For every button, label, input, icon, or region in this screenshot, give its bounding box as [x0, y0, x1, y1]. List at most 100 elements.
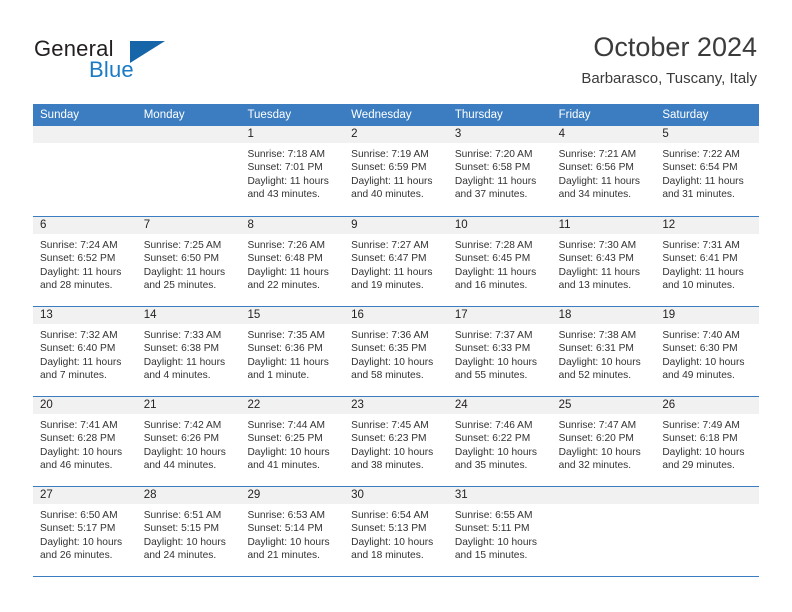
- sunset-text: Sunset: 5:15 PM: [143, 523, 220, 535]
- day-number: 8: [247, 219, 254, 231]
- calendar-day-cell[interactable]: 21 Sunrise: 7:42 AM Sunset: 6:26 PM Dayligh…: [136, 397, 241, 486]
- calendar-day-cell[interactable]: 27 Sunrise: 6:50 AM Sunset: 5:17 PM Dayligh…: [33, 487, 137, 576]
- calendar-day-cell[interactable]: 24 Sunrise: 7:46 AM Sunset: 6:22 PM Dayligh…: [447, 397, 552, 486]
- day-number-band: 29: [240, 487, 345, 505]
- calendar-day-cell[interactable]: 2 Sunrise: 7:19 AM Sunset: 6:59 PM Daylight…: [344, 126, 448, 216]
- calendar-day-cell[interactable]: 9 Sunrise: 7:27 AM Sunset: 6:47 PM Daylight…: [344, 217, 448, 306]
- day-number-band: 24: [447, 397, 552, 415]
- sunrise-text: Sunrise: 7:49 AM: [662, 420, 740, 431]
- weekday-saturday: Saturday: [662, 109, 709, 121]
- day-number-band: 16: [344, 307, 448, 325]
- daylight-text: Daylight: 11 hours and 34 minutes.: [558, 175, 640, 201]
- day-details: Sunrise: 7:44 AM Sunset: 6:25 PM Daylight:…: [240, 415, 344, 473]
- day-number-band: 9: [344, 217, 448, 235]
- day-details: Sunrise: 7:38 AM Sunset: 6:31 PM Daylight:…: [552, 325, 656, 383]
- day-number-band: [655, 487, 760, 505]
- logo-triangle-icon: [130, 41, 165, 63]
- day-number-band: 1: [240, 126, 345, 144]
- day-number: 6: [40, 219, 47, 231]
- calendar-day-cell[interactable]: 4 Sunrise: 7:21 AM Sunset: 6:56 PM Daylight…: [551, 126, 656, 216]
- day-details: Sunrise: 7:46 AM Sunset: 6:22 PM Daylight:…: [448, 415, 552, 473]
- day-number: 12: [662, 219, 676, 231]
- sunrise-text: Sunrise: 7:44 AM: [247, 420, 326, 431]
- day-details: Sunrise: 6:50 AM Sunset: 5:17 PM Daylight:…: [33, 505, 137, 563]
- day-details: Sunrise: 7:28 AM Sunset: 6:45 PM Daylight:…: [448, 235, 552, 293]
- day-details: Sunrise: 7:27 AM Sunset: 6:47 PM Daylight:…: [344, 235, 448, 293]
- daylight-text: Daylight: 11 hours and 25 minutes.: [143, 266, 226, 292]
- day-number-band: 3: [447, 126, 552, 144]
- daylight-text: Daylight: 10 hours and 35 minutes.: [454, 446, 537, 472]
- calendar-day-cell[interactable]: 20 Sunrise: 7:41 AM Sunset: 6:28 PM Dayligh…: [33, 397, 137, 486]
- calendar-day-cell[interactable]: 1 Sunrise: 7:18 AM Sunset: 7:01 PM Daylight…: [240, 126, 345, 216]
- sunrise-text: Sunrise: 7:47 AM: [558, 420, 637, 431]
- calendar-day-cell[interactable]: 17 Sunrise: 7:37 AM Sunset: 6:33 PM Dayligh…: [447, 307, 552, 396]
- calendar-day-cell[interactable]: 22 Sunrise: 7:44 AM Sunset: 6:25 PM Dayligh…: [240, 397, 345, 486]
- calendar-day-cell[interactable]: 5 Sunrise: 7:22 AM Sunset: 6:54 PM Daylight…: [655, 126, 760, 216]
- day-details: Sunrise: 7:32 AM Sunset: 6:40 PM Daylight:…: [33, 325, 137, 383]
- sunset-text: Sunset: 5:14 PM: [247, 523, 323, 535]
- logo-text-blue: Blue: [89, 57, 134, 82]
- day-number-band: 7: [136, 217, 241, 235]
- day-number-band: 12: [655, 217, 760, 235]
- general-blue-logo[interactable]: General Blue: [34, 36, 214, 84]
- calendar-day-cell[interactable]: 19 Sunrise: 7:40 AM Sunset: 6:30 PM Dayligh…: [655, 307, 760, 396]
- calendar-day-cell[interactable]: 25 Sunrise: 7:47 AM Sunset: 6:20 PM Dayligh…: [551, 397, 656, 486]
- day-number: 7: [143, 219, 151, 231]
- day-number: 16: [351, 309, 364, 321]
- calendar-day-cell[interactable]: 16 Sunrise: 7:36 AM Sunset: 6:35 PM Dayligh…: [344, 307, 448, 396]
- calendar-day-cell[interactable]: 6 Sunrise: 7:24 AM Sunset: 6:52 PM Daylight…: [33, 217, 137, 306]
- daylight-text: Daylight: 10 hours and 41 minutes.: [247, 446, 330, 472]
- day-number-band: 8: [240, 217, 345, 235]
- calendar-day-cell[interactable]: 8 Sunrise: 7:26 AM Sunset: 6:48 PM Daylight…: [240, 217, 345, 306]
- day-number: 2: [351, 128, 358, 140]
- calendar-weeks: 1 Sunrise: 7:18 AM Sunset: 7:01 PM Daylight…: [33, 126, 760, 576]
- day-number-band: 4: [551, 126, 656, 144]
- sunrise-text: Sunrise: 7:30 AM: [558, 240, 637, 251]
- calendar-day-cell[interactable]: 3 Sunrise: 7:20 AM Sunset: 6:58 PM Daylight…: [447, 126, 552, 216]
- calendar-day-cell[interactable]: 13 Sunrise: 7:32 AM Sunset: 6:40 PM Dayligh…: [33, 307, 137, 396]
- day-number: 9: [351, 219, 358, 231]
- sunset-text: Sunset: 5:17 PM: [40, 523, 116, 535]
- calendar-day-cell[interactable]: 26 Sunrise: 7:49 AM Sunset: 6:18 PM Dayligh…: [655, 397, 760, 486]
- daylight-text: Daylight: 11 hours and 16 minutes.: [454, 266, 537, 292]
- calendar-day-cell[interactable]: 28 Sunrise: 6:51 AM Sunset: 5:15 PM Dayligh…: [136, 487, 241, 576]
- weekday-friday: Friday: [558, 109, 591, 121]
- day-number: 29: [247, 489, 261, 501]
- sunset-text: Sunset: 6:31 PM: [558, 343, 634, 355]
- sunrise-text: Sunrise: 6:53 AM: [247, 510, 326, 521]
- day-details: Sunrise: 7:22 AM Sunset: 6:54 PM Daylight:…: [655, 144, 759, 202]
- sunset-text: Sunset: 6:38 PM: [143, 343, 220, 355]
- day-number-band: 21: [136, 397, 241, 415]
- page-header: General Blue October 2024 Barbarasco, Tu…: [0, 0, 792, 100]
- day-details: Sunrise: 6:53 AM Sunset: 5:14 PM Daylight:…: [240, 505, 344, 563]
- calendar-day-cell[interactable]: 15 Sunrise: 7:35 AM Sunset: 6:36 PM Dayligh…: [240, 307, 345, 396]
- calendar-day-cell[interactable]: 31 Sunrise: 6:55 AM Sunset: 5:11 PM Dayligh…: [447, 487, 552, 576]
- calendar-day-cell[interactable]: 11 Sunrise: 7:30 AM Sunset: 6:43 PM Dayligh…: [551, 217, 656, 306]
- weekday-thursday: Thursday: [454, 109, 503, 121]
- sunrise-text: Sunrise: 7:18 AM: [247, 149, 326, 160]
- sunset-text: Sunset: 6:56 PM: [558, 162, 634, 174]
- sunrise-text: Sunrise: 7:36 AM: [351, 330, 429, 341]
- sunset-text: Sunset: 6:35 PM: [351, 343, 427, 355]
- sunrise-text: Sunrise: 7:35 AM: [247, 330, 326, 341]
- day-number: 28: [143, 489, 157, 501]
- day-number-band: 15: [240, 307, 345, 325]
- calendar-day-cell-empty: [33, 126, 137, 216]
- calendar-day-cell[interactable]: 7 Sunrise: 7:25 AM Sunset: 6:50 PM Daylight…: [136, 217, 241, 306]
- calendar-day-cell[interactable]: 14 Sunrise: 7:33 AM Sunset: 6:38 PM Dayligh…: [136, 307, 241, 396]
- day-number-band: 2: [344, 126, 448, 144]
- day-details: Sunrise: 7:19 AM Sunset: 6:59 PM Daylight:…: [344, 144, 448, 202]
- calendar-day-cell[interactable]: 23 Sunrise: 7:45 AM Sunset: 6:23 PM Dayligh…: [344, 397, 448, 486]
- day-number-band: 5: [655, 126, 760, 144]
- day-details: Sunrise: 6:51 AM Sunset: 5:15 PM Daylight:…: [137, 505, 241, 563]
- calendar-week-row: 27 Sunrise: 6:50 AM Sunset: 5:17 PM Dayligh…: [33, 486, 760, 576]
- weekday-tuesday: Tuesday: [247, 109, 292, 121]
- day-number-band: 10: [447, 217, 552, 235]
- calendar-day-cell[interactable]: 29 Sunrise: 6:53 AM Sunset: 5:14 PM Dayligh…: [240, 487, 345, 576]
- calendar-day-cell[interactable]: 12 Sunrise: 7:31 AM Sunset: 6:41 PM Dayligh…: [655, 217, 760, 306]
- calendar-day-cell[interactable]: 10 Sunrise: 7:28 AM Sunset: 6:45 PM Dayligh…: [447, 217, 552, 306]
- calendar-day-cell[interactable]: 18 Sunrise: 7:38 AM Sunset: 6:31 PM Dayligh…: [551, 307, 656, 396]
- calendar-day-cell[interactable]: 30 Sunrise: 6:54 AM Sunset: 5:13 PM Dayligh…: [344, 487, 448, 576]
- sunrise-text: Sunrise: 7:27 AM: [351, 240, 429, 251]
- day-details: Sunrise: 7:49 AM Sunset: 6:18 PM Daylight:…: [655, 415, 759, 473]
